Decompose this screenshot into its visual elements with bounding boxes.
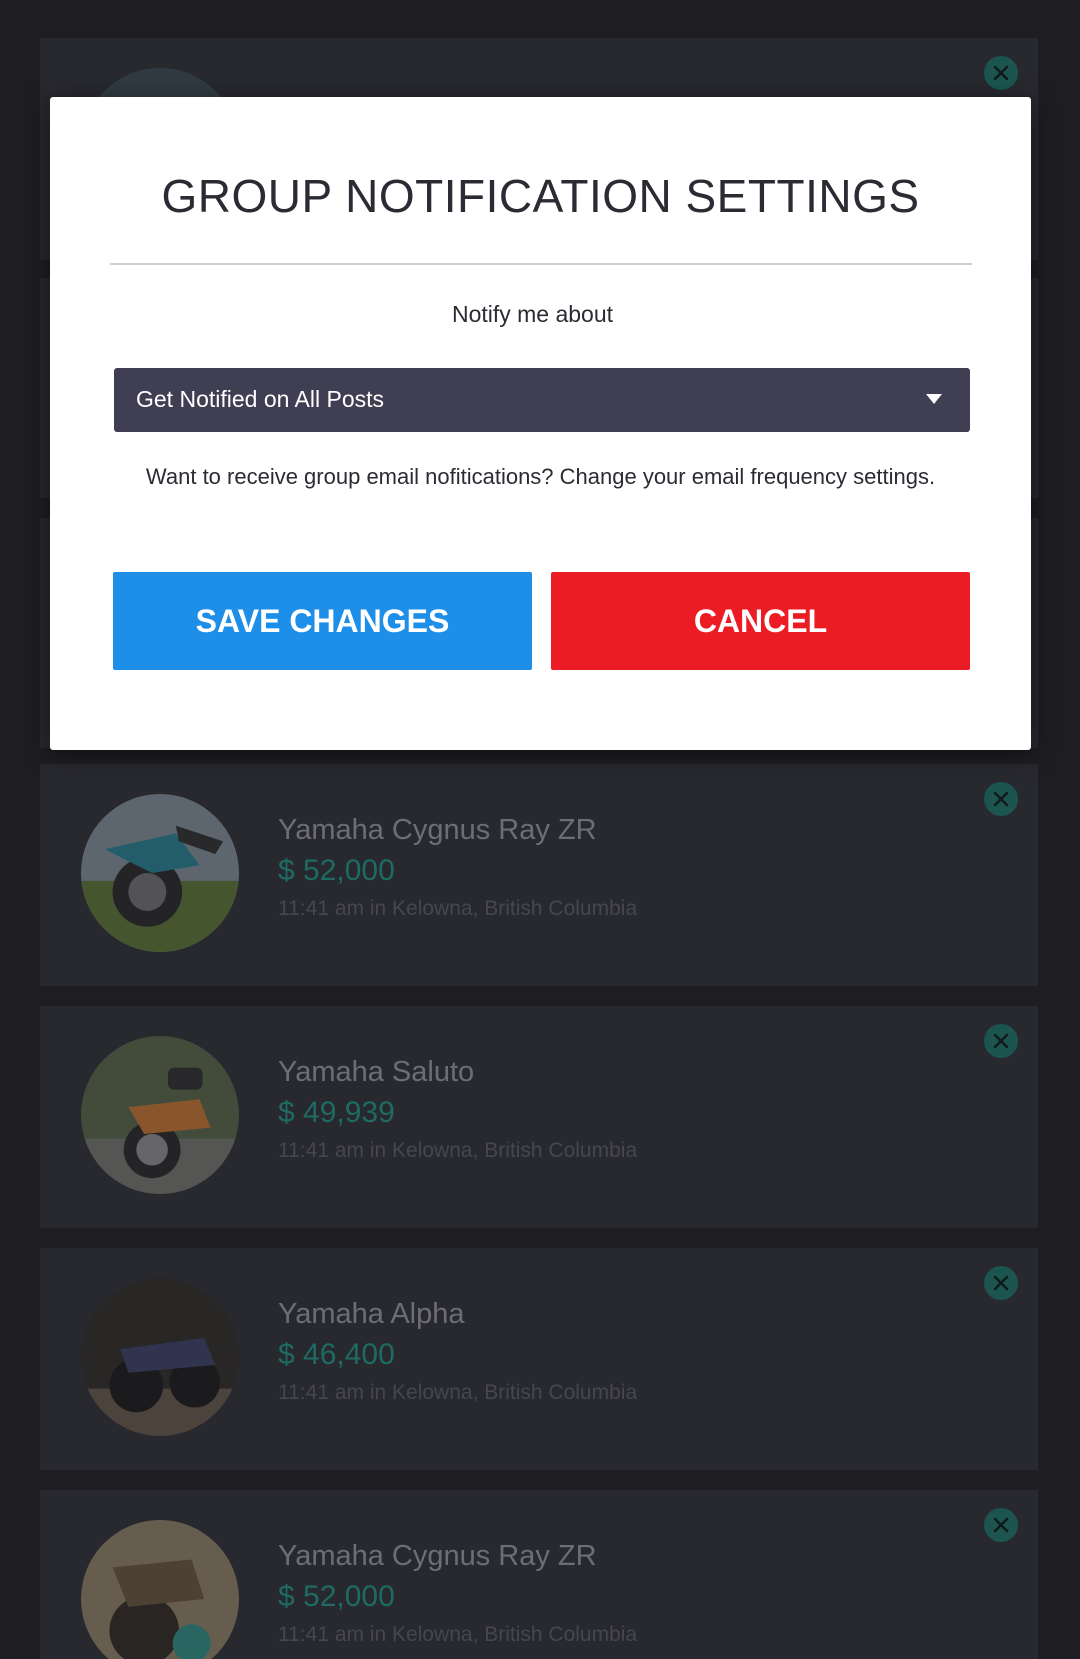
- listing-thumbnail: [81, 794, 239, 952]
- page: Yamaha Cygnus Ray ZR $ 52,000 11:41 am i…: [0, 0, 1080, 1659]
- listing-price: $ 52,000: [278, 854, 395, 887]
- modal-title: GROUP NOTIFICATION SETTINGS: [161, 170, 920, 222]
- close-circle-icon: [993, 1275, 1009, 1291]
- notification-frequency-select[interactable]: Get Notified on All Posts: [114, 368, 970, 432]
- listing-card[interactable]: Yamaha Cygnus Ray ZR $ 52,000 11:41 am i…: [40, 764, 1038, 986]
- listing-title: Yamaha Cygnus Ray ZR: [278, 1540, 597, 1572]
- remove-listing-button[interactable]: [984, 1266, 1018, 1300]
- save-changes-button[interactable]: SAVE CHANGES: [113, 572, 532, 670]
- listing-title: Yamaha Saluto: [278, 1056, 475, 1088]
- email-settings-hint: Want to receive group email nofitication…: [145, 464, 936, 489]
- close-circle-icon: [993, 1517, 1009, 1533]
- remove-listing-button[interactable]: [984, 56, 1018, 90]
- listing-card[interactable]: Yamaha Cygnus Ray ZR $ 52,000 11:41 am i…: [40, 1490, 1038, 1659]
- listing-title: Yamaha Alpha: [278, 1298, 465, 1330]
- listing-meta: 11:41 am in Kelowna, British Columbia: [278, 897, 638, 920]
- listing-card[interactable]: Yamaha Saluto $ 49,939 11:41 am in Kelow…: [40, 1006, 1038, 1228]
- close-circle-icon: [993, 1033, 1009, 1049]
- remove-listing-button[interactable]: [984, 782, 1018, 816]
- cancel-button[interactable]: CANCEL: [551, 572, 970, 670]
- remove-listing-button[interactable]: [984, 1508, 1018, 1542]
- close-circle-icon: [993, 791, 1009, 807]
- close-circle-icon: [993, 65, 1009, 81]
- listing-meta: 11:41 am in Kelowna, British Columbia: [278, 1381, 638, 1404]
- listing-meta: 11:41 am in Kelowna, British Columbia: [278, 1623, 638, 1646]
- listing-thumbnail: [81, 1278, 239, 1436]
- listing-title: Yamaha Cygnus Ray ZR: [278, 814, 597, 846]
- remove-listing-button[interactable]: [984, 1024, 1018, 1058]
- divider: [110, 263, 972, 265]
- listing-thumbnail: [81, 1520, 239, 1659]
- listing-meta: 11:41 am in Kelowna, British Columbia: [278, 1139, 638, 1162]
- select-value: Get Notified on All Posts: [136, 386, 385, 412]
- notify-label: Notify me about: [451, 301, 614, 327]
- listing-price: $ 46,400: [278, 1338, 395, 1371]
- listing-price: $ 52,000: [278, 1580, 395, 1613]
- listing-card[interactable]: Yamaha Alpha $ 46,400 11:41 am in Kelown…: [40, 1248, 1038, 1470]
- notification-settings-modal: GROUP NOTIFICATION SETTINGS Notify me ab…: [50, 97, 1031, 750]
- caret-down-icon: [926, 394, 942, 404]
- listing-price: $ 49,939: [278, 1096, 395, 1129]
- listing-thumbnail: [81, 1036, 239, 1194]
